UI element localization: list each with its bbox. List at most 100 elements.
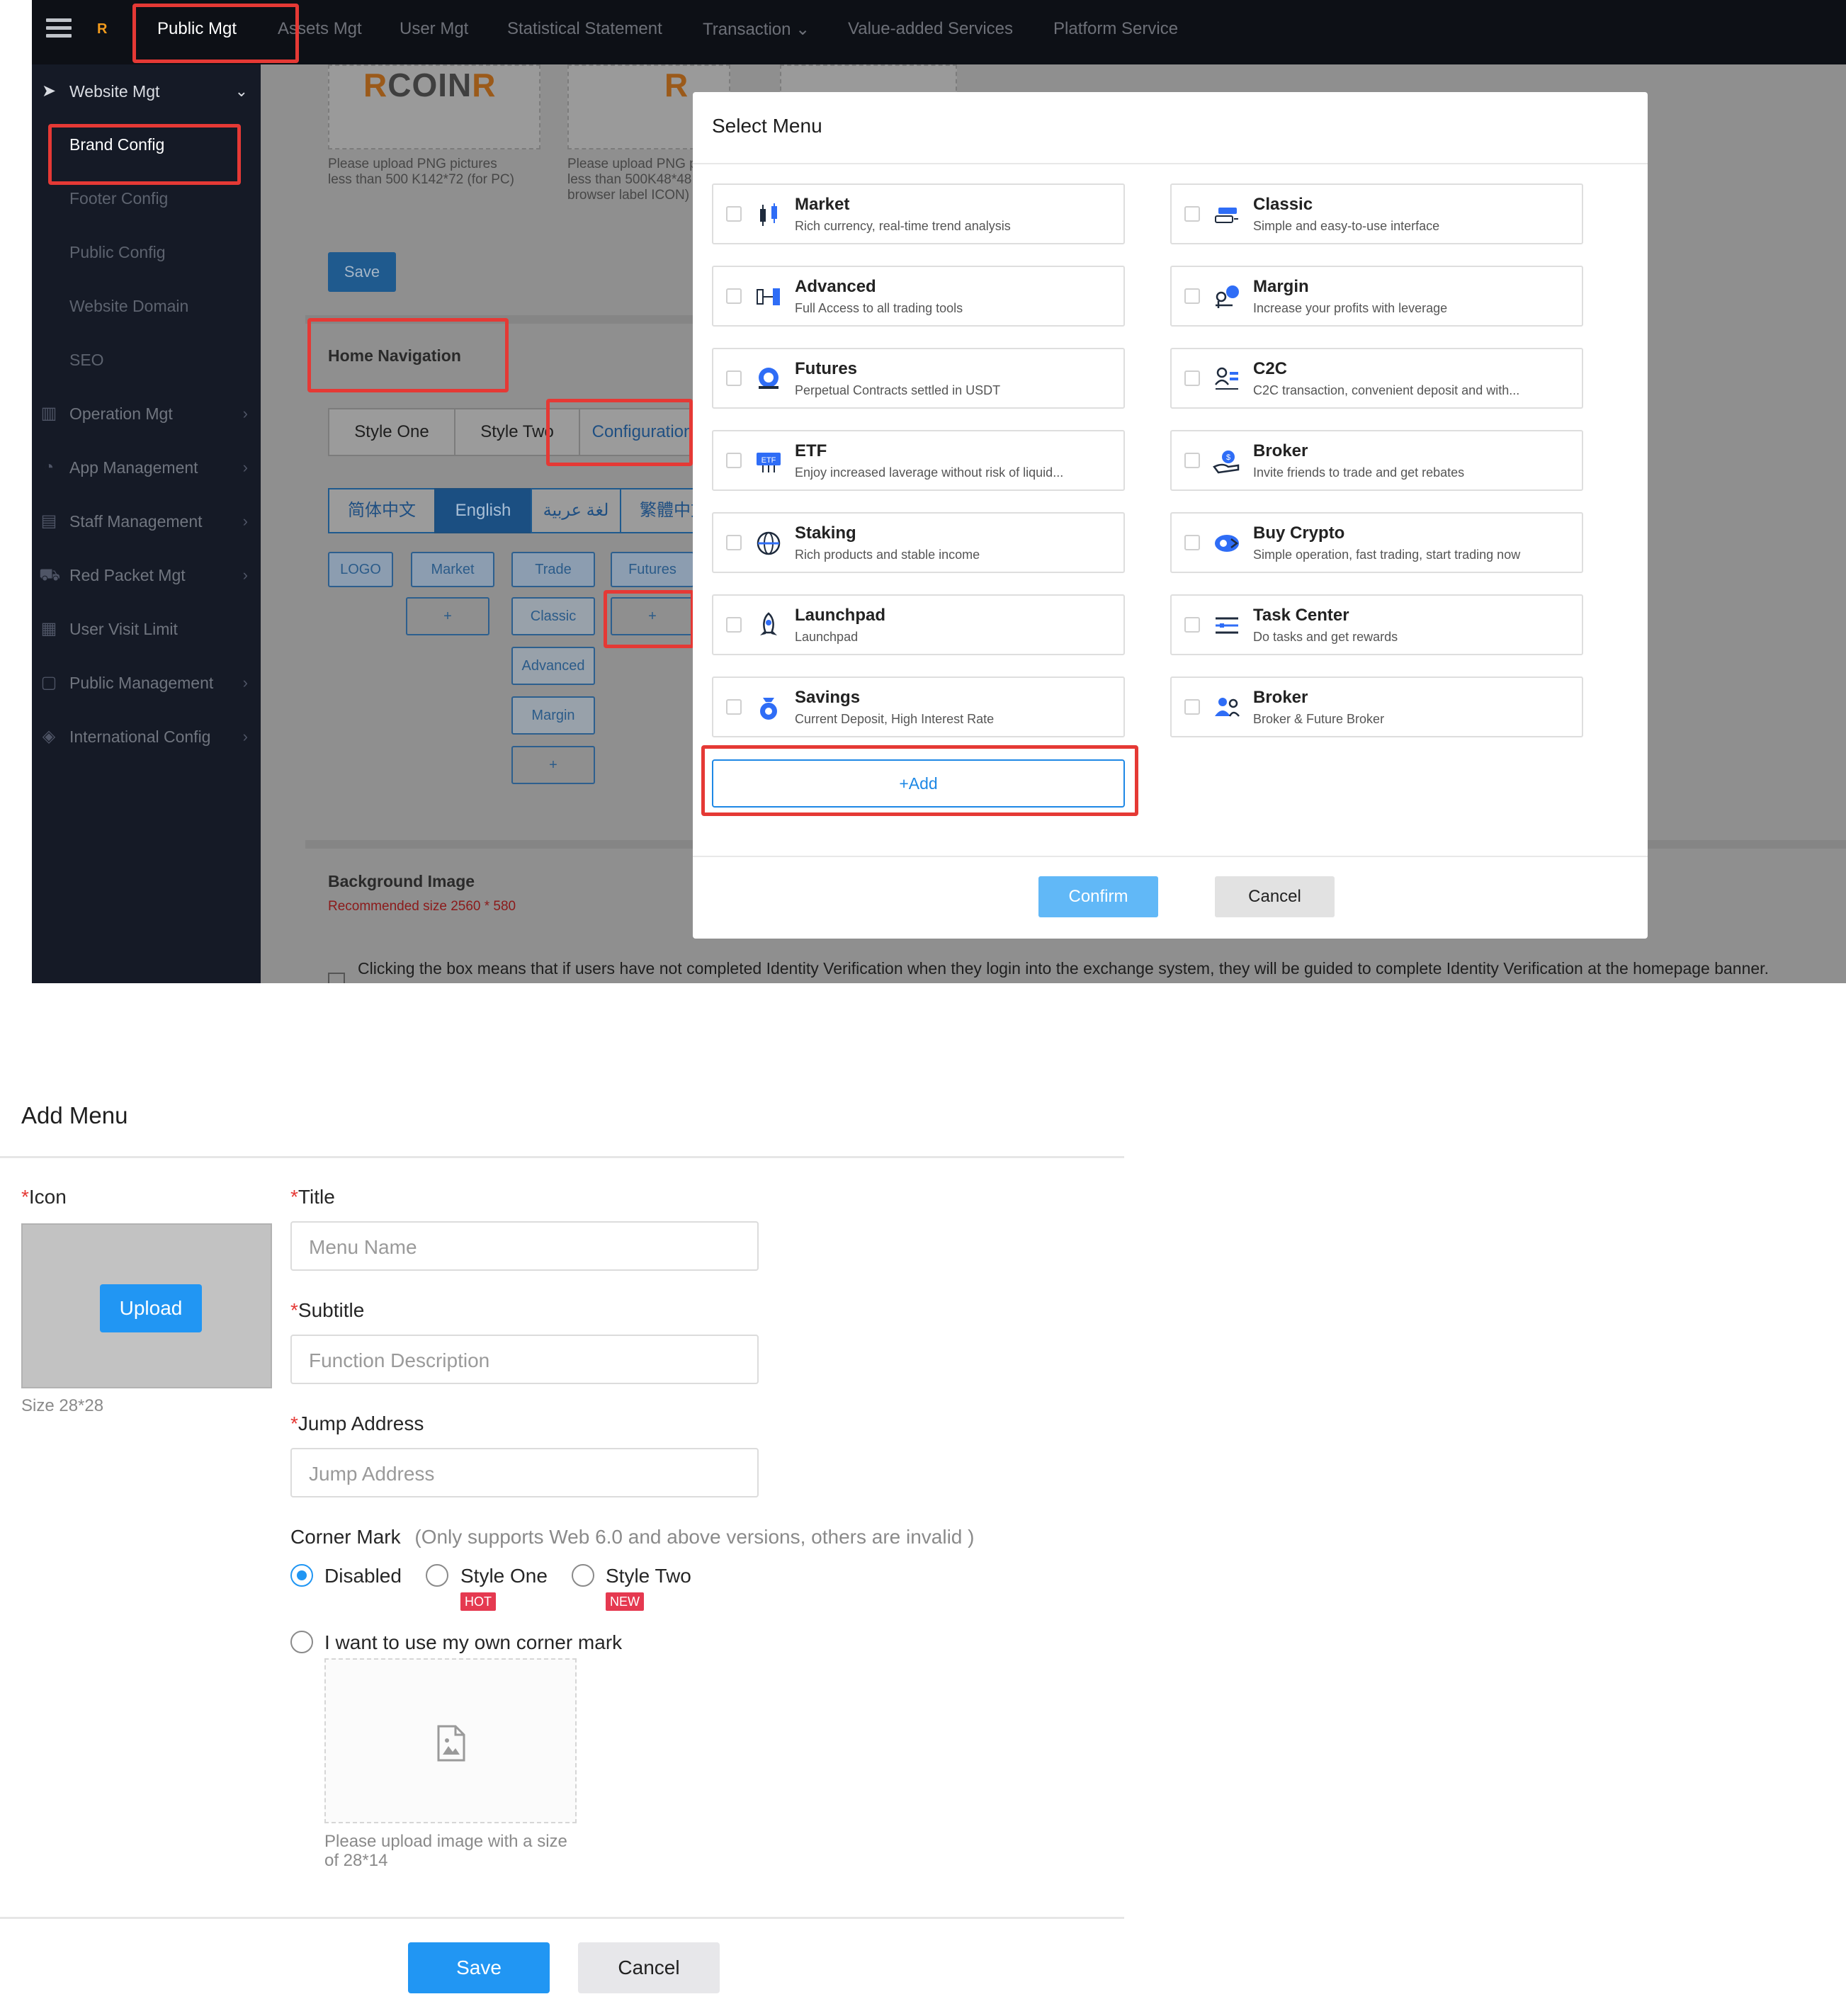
save-button[interactable]: Save bbox=[408, 1942, 550, 1993]
margin-icon bbox=[1216, 285, 1239, 308]
menu-option-subtitle: Simple operation, fast trading, start tr… bbox=[1253, 548, 1521, 562]
radio-own-corner-mark[interactable] bbox=[290, 1631, 313, 1653]
globe-icon bbox=[757, 531, 781, 555]
checkbox[interactable] bbox=[726, 288, 742, 304]
sidebar-label: User Visit Limit bbox=[69, 620, 178, 638]
menu-option-market[interactable]: Market Rich currency, real-time trend an… bbox=[712, 183, 1125, 244]
checkbox[interactable] bbox=[726, 699, 742, 715]
menu-option-buy-crypto[interactable]: Buy Crypto Simple operation, fast tradin… bbox=[1170, 512, 1583, 573]
sidebar-user-visit-limit[interactable]: ▦ User Visit Limit bbox=[32, 602, 261, 656]
menu-option-staking[interactable]: Staking Rich products and stable income bbox=[712, 512, 1125, 573]
lang-tab-simplified-chinese[interactable]: 简体中文 bbox=[328, 488, 436, 533]
sidebar-operation-mgt[interactable]: ▥ Operation Mgt › bbox=[32, 387, 261, 441]
checkbox[interactable] bbox=[1184, 288, 1200, 304]
nav-transaction[interactable]: Transaction ⌄ bbox=[703, 19, 810, 40]
sidebar-item-website-domain[interactable]: Website Domain bbox=[69, 297, 188, 316]
logo-upload-pc[interactable]: RCOINR bbox=[328, 64, 540, 149]
checkbox[interactable] bbox=[1184, 206, 1200, 222]
nav-user-mgt[interactable]: User Mgt bbox=[400, 19, 468, 39]
checkbox[interactable] bbox=[1184, 535, 1200, 550]
own-corner-mark-upload[interactable] bbox=[324, 1658, 577, 1823]
checkbox[interactable] bbox=[726, 453, 742, 468]
nav-value-added-services[interactable]: Value-added Services bbox=[848, 19, 1013, 39]
radio-disabled[interactable] bbox=[290, 1564, 313, 1587]
menu-option-title: Buy Crypto bbox=[1253, 523, 1345, 543]
menu-option-broker-future[interactable]: Broker Broker & Future Broker bbox=[1170, 676, 1583, 737]
trade-sub-classic[interactable]: Classic bbox=[511, 597, 595, 635]
sidebar-staff-management[interactable]: ▤ Staff Management › bbox=[32, 494, 261, 548]
menu-option-savings[interactable]: Savings Current Deposit, High Interest R… bbox=[712, 676, 1125, 737]
checkbox[interactable] bbox=[726, 617, 742, 633]
icon-upload-area[interactable]: Upload bbox=[21, 1223, 272, 1388]
menu-option-title: Savings bbox=[795, 688, 861, 707]
radio-style-one[interactable] bbox=[426, 1564, 448, 1587]
menu-option-classic[interactable]: Classic Simple and easy-to-use interface bbox=[1170, 183, 1583, 244]
sidebar-public-management[interactable]: ▢ Public Management › bbox=[32, 656, 261, 710]
header-divider bbox=[0, 1156, 1124, 1158]
upload-button[interactable]: Upload bbox=[100, 1284, 202, 1332]
checkbox[interactable] bbox=[726, 535, 742, 550]
bar-chart-icon: ▥ bbox=[40, 404, 57, 423]
menu-option-title: Advanced bbox=[795, 277, 876, 296]
logo-preview: RCOINR bbox=[363, 67, 497, 103]
grid-icon: ▦ bbox=[40, 619, 57, 638]
menu-option-c2c[interactable]: C2C C2C transaction, convenient deposit … bbox=[1170, 348, 1583, 409]
checkbox[interactable] bbox=[1184, 453, 1200, 468]
nav-chip-trade[interactable]: Trade bbox=[511, 552, 595, 587]
identity-verification-checkbox[interactable] bbox=[328, 973, 345, 983]
checkbox[interactable] bbox=[1184, 699, 1200, 715]
nav-platform-service[interactable]: Platform Service bbox=[1053, 19, 1178, 39]
broker-people-icon bbox=[1215, 698, 1240, 717]
jump-address-input[interactable]: Jump Address bbox=[290, 1448, 759, 1497]
menu-option-margin[interactable]: Margin Increase your profits with levera… bbox=[1170, 266, 1583, 327]
subtitle-input[interactable]: Function Description bbox=[290, 1335, 759, 1384]
checkbox[interactable] bbox=[1184, 617, 1200, 633]
nav-statistical-statement[interactable]: Statistical Statement bbox=[507, 19, 662, 39]
market-add-button[interactable]: + bbox=[406, 597, 489, 635]
trade-sub-margin[interactable]: Margin bbox=[511, 696, 595, 735]
chevron-down-icon: ⌄ bbox=[795, 20, 810, 39]
buy-crypto-icon bbox=[1215, 535, 1239, 552]
brand-save-button[interactable]: Save bbox=[328, 252, 396, 292]
nav-chip-logo[interactable]: LOGO bbox=[328, 552, 393, 587]
menu-option-advanced[interactable]: Advanced Full Access to all trading tool… bbox=[712, 266, 1125, 327]
svg-text:$: $ bbox=[1226, 453, 1230, 462]
menu-option-etf[interactable]: ETF ETF Enjoy increased laverage without… bbox=[712, 430, 1125, 491]
cancel-button[interactable]: Cancel bbox=[578, 1942, 720, 1993]
checkbox[interactable] bbox=[726, 206, 742, 222]
sidebar-item-seo[interactable]: SEO bbox=[69, 351, 104, 370]
sidebar-red-packet-mgt[interactable]: ⛟ Red Packet Mgt › bbox=[32, 548, 261, 602]
own-corner-mark-hint: Please upload image with a size of 28*14 bbox=[324, 1832, 567, 1870]
confirm-button[interactable]: Confirm bbox=[1038, 876, 1158, 917]
menu-option-task-center[interactable]: Task Center Do tasks and get rewards bbox=[1170, 594, 1583, 655]
svg-text:ETF: ETF bbox=[761, 456, 776, 465]
title-input[interactable]: Menu Name bbox=[290, 1221, 759, 1271]
tab-style-one[interactable]: Style One bbox=[328, 408, 455, 456]
sidebar-item-footer-config[interactable]: Footer Config bbox=[69, 189, 168, 208]
trade-add-button[interactable]: + bbox=[511, 746, 595, 784]
checkbox[interactable] bbox=[1184, 370, 1200, 386]
cancel-button[interactable]: Cancel bbox=[1215, 876, 1335, 917]
trade-sub-advanced[interactable]: Advanced bbox=[511, 647, 595, 685]
chevron-right-icon: › bbox=[242, 404, 248, 422]
task-list-icon bbox=[1216, 617, 1238, 634]
c2c-icon bbox=[1215, 367, 1238, 390]
lang-tab-arabic[interactable]: لغة عربية bbox=[531, 488, 621, 533]
highlight-add-button bbox=[604, 590, 694, 648]
radio-style-two[interactable] bbox=[572, 1564, 594, 1587]
sidebar-website-mgt[interactable]: ➤ Website Mgt ⌄ bbox=[32, 64, 261, 118]
sidebar-app-management[interactable]: ◔ App Management › bbox=[32, 441, 261, 494]
menu-option-broker[interactable]: $ Broker Invite friends to trade and get… bbox=[1170, 430, 1583, 491]
lang-tab-english[interactable]: English bbox=[434, 488, 532, 533]
nav-chip-market[interactable]: Market bbox=[411, 552, 494, 587]
background-image-hint: Recommended size 2560 * 580 bbox=[328, 899, 516, 914]
nav-chip-futures[interactable]: Futures bbox=[611, 552, 694, 587]
chevron-right-icon: › bbox=[242, 512, 248, 530]
menu-toggle-icon[interactable] bbox=[46, 18, 72, 40]
sidebar-item-public-config[interactable]: Public Config bbox=[69, 243, 166, 262]
menu-option-futures[interactable]: Futures Perpetual Contracts settled in U… bbox=[712, 348, 1125, 409]
menu-option-subtitle: Launchpad bbox=[795, 630, 859, 644]
menu-option-launchpad[interactable]: Launchpad Launchpad bbox=[712, 594, 1125, 655]
sidebar-international-config[interactable]: ◈ International Config › bbox=[32, 710, 261, 764]
checkbox[interactable] bbox=[726, 370, 742, 386]
